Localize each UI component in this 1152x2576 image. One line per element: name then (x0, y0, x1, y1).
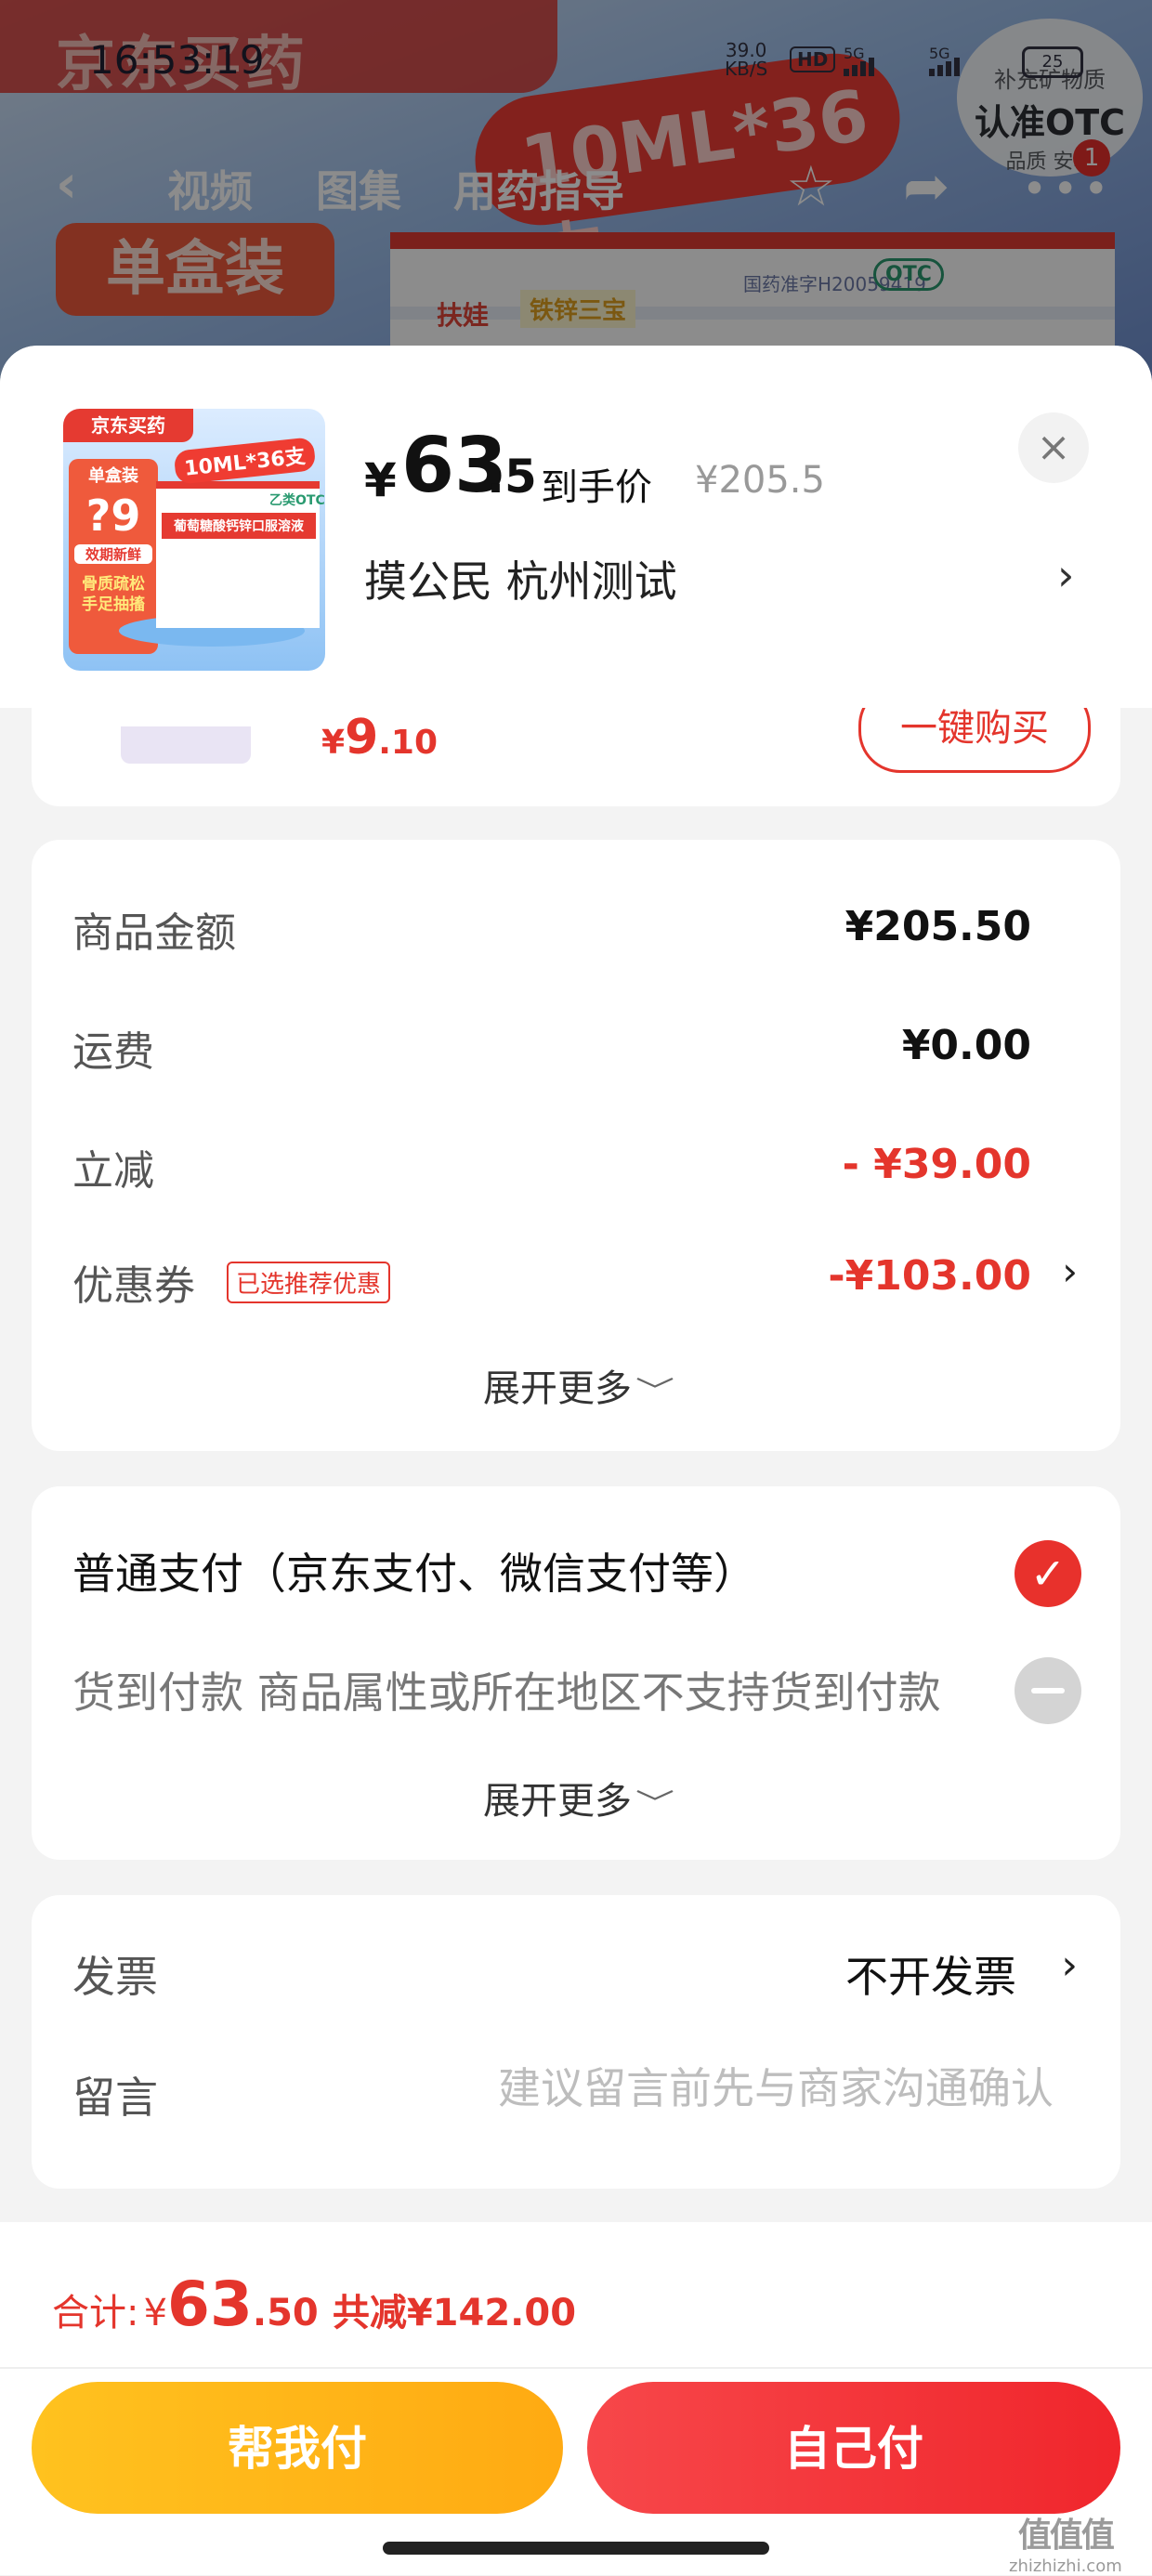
goods-amount-value: ¥205.50 (844, 903, 1031, 950)
thumb-brand: 京东买药 (63, 409, 193, 442)
expand-more-payment[interactable]: 展开更多 ﹀ (32, 1771, 1120, 1824)
thumb-tag-indication: 骨质疏松 手足抽搐 (82, 575, 145, 614)
expand-more-label: 展开更多 (483, 1780, 632, 1823)
original-price: ¥205.5 (695, 459, 825, 502)
payment-method-card: 普通支付（京东支付、微信支付等） ✓ 货到付款 商品属性或所在地区不支持货到付款… (32, 1486, 1120, 1860)
amount-summary-card: 商品金额 ¥205.50 运费 ¥0.00 立减 - ¥39.00 优惠券 已选… (32, 840, 1120, 1451)
cash-on-delivery-option: 货到付款 商品属性或所在地区不支持货到付款 (72, 1667, 941, 1718)
watermark-logo: 值值值 (1017, 2517, 1115, 2555)
chevron-down-icon: ﹀ (635, 1376, 674, 1408)
instant-discount-label: 立减 (72, 1147, 154, 1195)
recommendation-price-currency: ¥ (321, 724, 346, 762)
recommendation-price: ¥9.10 (321, 710, 438, 765)
watermark-url: zhizhizhi.com (1009, 2556, 1122, 2576)
chevron-right-icon[interactable]: › (1062, 1249, 1078, 1294)
message-label: 留言 (72, 2073, 158, 2123)
order-total: 合计: ¥63.50 共减¥142.00 (52, 2269, 576, 2340)
disabled-icon (1015, 1657, 1081, 1724)
shipping-label: 运费 (72, 1028, 154, 1076)
total-saved: 共减¥142.00 (332, 2292, 577, 2334)
invoice-message-card: 发票 不开发票 › 留言 (32, 1895, 1120, 2189)
invoice-label: 发票 (72, 1952, 158, 2002)
total-label: 合计: (52, 2292, 139, 2334)
product-thumbnail: 京东买药 10ML*36支 乙类OTC 葡萄糖酸钙锌口服溶液 单盒装 ?9 效期… (63, 409, 325, 671)
thumb-product-name: 葡萄糖酸钙锌口服溶液 (162, 513, 316, 539)
pay-myself-button[interactable]: 自己付 (587, 2382, 1120, 2514)
modal-dim-overlay[interactable] (0, 0, 1152, 390)
thumb-spec: 10ML*36支 (173, 437, 317, 485)
message-input[interactable] (217, 2053, 1054, 2124)
chevron-right-icon[interactable]: › (1057, 550, 1074, 600)
normal-payment-option[interactable]: 普通支付（京东支付、微信支付等） (72, 1540, 756, 1602)
thumb-price: ?9 (85, 490, 141, 541)
shipping-value: ¥0.00 (901, 1022, 1031, 1069)
chevron-down-icon: ﹀ (635, 1788, 674, 1821)
final-price-decimal: .5 (487, 450, 537, 503)
recommendation-price-integer: 9 (345, 710, 379, 765)
total-row: 合计: ¥63.50 共减¥142.00 (0, 2222, 1152, 2369)
thumb-single-box: 单盒装 (88, 466, 138, 486)
recommendation-price-decimal: .10 (378, 724, 439, 762)
checkout-bottom-bar: 合计: ¥63.50 共减¥142.00 帮我付 自己付 (0, 2222, 1152, 2575)
final-price-label: 到手价 (541, 466, 652, 509)
sheet-header: 京东买药 10ML*36支 乙类OTC 葡萄糖酸钙锌口服溶液 单盒装 ?9 效期… (0, 346, 1152, 708)
invoice-value[interactable]: 不开发票 (845, 1943, 1016, 2005)
coupon-value[interactable]: -¥103.00 (828, 1252, 1031, 1300)
close-icon[interactable]: × (1018, 412, 1089, 483)
check-icon[interactable]: ✓ (1015, 1540, 1081, 1607)
coupon-recommended-tag: 已选推荐优惠 (227, 1262, 391, 1303)
thumb-tag-fresh: 效期新鲜 (74, 544, 152, 564)
total-integer: 63 (167, 2269, 253, 2340)
watermark: 值值值 zhizhizhi.com (1009, 2508, 1122, 2576)
chevron-right-icon[interactable]: › (1061, 1942, 1078, 1989)
coupon-label[interactable]: 优惠券 (72, 1252, 195, 1312)
delivery-address[interactable]: 摸公民 杭州测试 (364, 548, 677, 609)
total-decimal: .50 (252, 2292, 319, 2334)
final-price-currency: ¥ (364, 453, 397, 507)
help-me-pay-button[interactable]: 帮我付 (32, 2382, 563, 2514)
expand-more-amounts[interactable]: 展开更多 ﹀ (32, 1358, 1120, 1412)
expand-more-label: 展开更多 (483, 1367, 632, 1410)
goods-amount-label: 商品金额 (72, 909, 236, 957)
recommendation-image (121, 726, 251, 764)
total-currency: ¥ (143, 2292, 168, 2334)
home-indicator[interactable] (383, 2542, 769, 2555)
instant-discount-value: - ¥39.00 (842, 1141, 1031, 1188)
thumb-otc: 乙类OTC (269, 493, 325, 508)
